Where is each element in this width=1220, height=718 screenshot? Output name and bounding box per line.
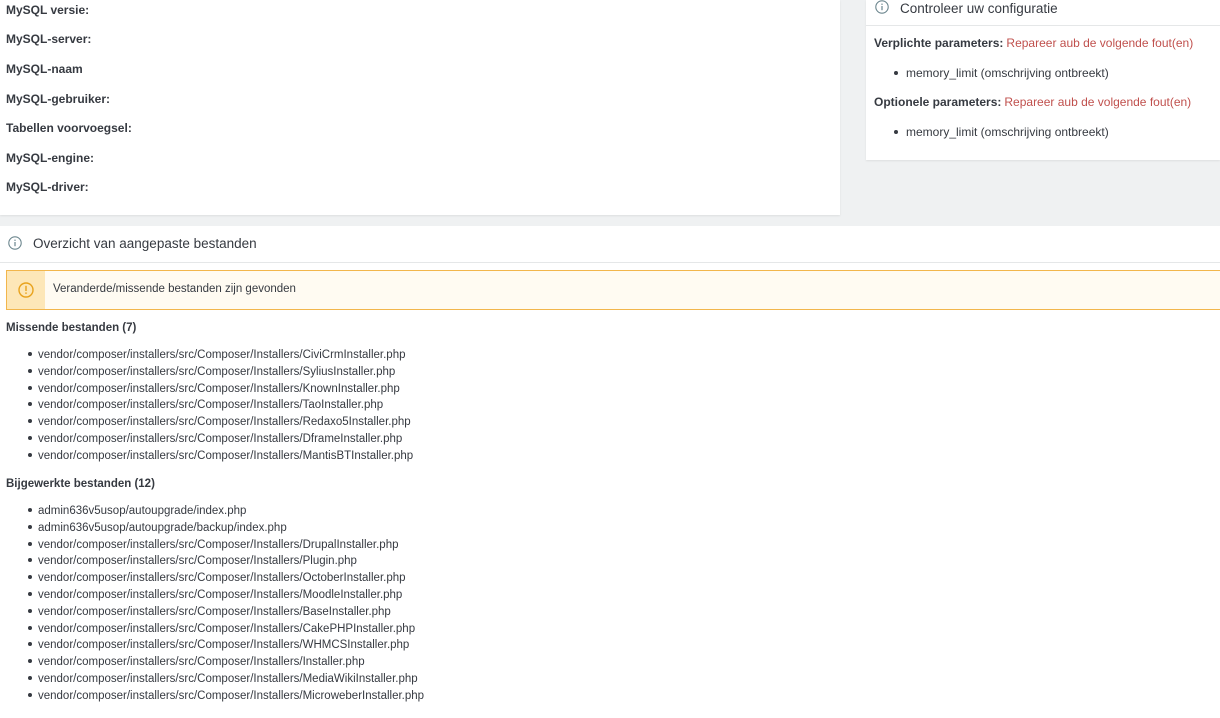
- exclamation-circle-icon: [18, 282, 34, 298]
- config-check-panel: Controleer uw configuratie Verplichte pa…: [866, 0, 1220, 160]
- list-item: vendor/composer/installers/src/Composer/…: [28, 553, 424, 570]
- required-param-item: memory_limit (omschrijving ontbreekt): [894, 66, 1109, 80]
- list-item: vendor/composer/installers/src/Composer/…: [28, 570, 424, 587]
- list-item: vendor/composer/installers/src/Composer/…: [28, 381, 413, 398]
- mysql-server-label: MySQL-server:: [6, 32, 92, 46]
- list-item: vendor/composer/installers/src/Composer/…: [28, 654, 424, 671]
- list-item: admin636v5usop/autoupgrade/backup/index.…: [28, 520, 424, 537]
- list-item: vendor/composer/installers/src/Composer/…: [28, 347, 413, 364]
- info-circle-icon: [8, 236, 22, 250]
- list-item: vendor/composer/installers/src/Composer/…: [28, 688, 424, 705]
- mysql-engine-row: MySQL-engine:: [6, 151, 100, 165]
- bullet-icon: [894, 70, 898, 75]
- required-params-error: Repareer aub de volgende fout(en): [1006, 36, 1194, 50]
- list-item: vendor/composer/installers/src/Composer/…: [28, 431, 413, 448]
- list-item: vendor/composer/installers/src/Composer/…: [28, 537, 424, 554]
- list-item: vendor/composer/installers/src/Composer/…: [28, 448, 413, 465]
- mysql-version-label: MySQL versie:: [6, 3, 90, 17]
- info-circle-icon: [875, 0, 889, 14]
- bullet-icon: [894, 129, 898, 134]
- mysql-name-row: MySQL-naam: [6, 62, 89, 76]
- config-panel-header: Controleer uw configuratie: [866, 0, 1220, 26]
- mysql-driver-label: MySQL-driver:: [6, 180, 89, 194]
- config-panel-title: Controleer uw configuratie: [900, 1, 1058, 16]
- list-item: vendor/composer/installers/src/Composer/…: [28, 604, 424, 621]
- warning-icon-cell: [7, 271, 45, 309]
- list-item: vendor/composer/installers/src/Composer/…: [28, 414, 413, 431]
- table-prefix-label: Tabellen voorvoegsel:: [6, 121, 132, 135]
- list-item: vendor/composer/installers/src/Composer/…: [28, 397, 413, 414]
- warning-alert: Veranderde/missende bestanden zijn gevon…: [6, 270, 1220, 310]
- updated-files-list: admin636v5usop/autoupgrade/index.php adm…: [28, 503, 424, 705]
- missing-files-list: vendor/composer/installers/src/Composer/…: [28, 347, 413, 465]
- updated-files-heading: Bijgewerkte bestanden (12): [6, 478, 155, 490]
- optional-param-item: memory_limit (omschrijving ontbreekt): [894, 125, 1109, 139]
- optional-params-error: Repareer aub de volgende fout(en): [1004, 95, 1192, 109]
- optional-params-line: Optionele parameters: Repareer aub de vol…: [874, 95, 1191, 109]
- required-param-item-text: memory_limit (omschrijving ontbreekt): [906, 66, 1109, 80]
- list-item: vendor/composer/installers/src/Composer/…: [28, 637, 424, 654]
- mysql-info-panel: MySQL versie: MySQL-server: MySQL-naam M…: [0, 0, 840, 215]
- mysql-driver-row: MySQL-driver:: [6, 180, 95, 194]
- warning-message: Veranderde/missende bestanden zijn gevon…: [53, 283, 296, 295]
- mysql-version-row: MySQL versie:: [6, 3, 95, 17]
- optional-params-label: Optionele parameters:: [874, 95, 1002, 109]
- mysql-user-row: MySQL-gebruiker:: [6, 92, 116, 106]
- modified-files-panel: Overzicht van aangepaste bestanden Veran…: [0, 226, 1220, 718]
- list-item: admin636v5usop/autoupgrade/index.php: [28, 503, 424, 520]
- mysql-user-label: MySQL-gebruiker:: [6, 92, 111, 106]
- optional-param-item-text: memory_limit (omschrijving ontbreekt): [906, 125, 1109, 139]
- table-prefix-row: Tabellen voorvoegsel:: [6, 121, 138, 135]
- required-params-label: Verplichte parameters:: [874, 36, 1004, 50]
- mysql-name-label: MySQL-naam: [6, 62, 83, 76]
- list-item: vendor/composer/installers/src/Composer/…: [28, 587, 424, 604]
- required-params-line: Verplichte parameters: Repareer aub de vo…: [874, 36, 1193, 50]
- list-item: vendor/composer/installers/src/Composer/…: [28, 364, 413, 381]
- mysql-server-row: MySQL-server:: [6, 32, 97, 46]
- missing-files-heading: Missende bestanden (7): [6, 322, 137, 334]
- mysql-engine-label: MySQL-engine:: [6, 151, 95, 165]
- list-item: vendor/composer/installers/src/Composer/…: [28, 621, 424, 638]
- files-panel-title: Overzicht van aangepaste bestanden: [33, 236, 257, 251]
- list-item: vendor/composer/installers/src/Composer/…: [28, 671, 424, 688]
- files-panel-header: Overzicht van aangepaste bestanden: [0, 226, 1220, 263]
